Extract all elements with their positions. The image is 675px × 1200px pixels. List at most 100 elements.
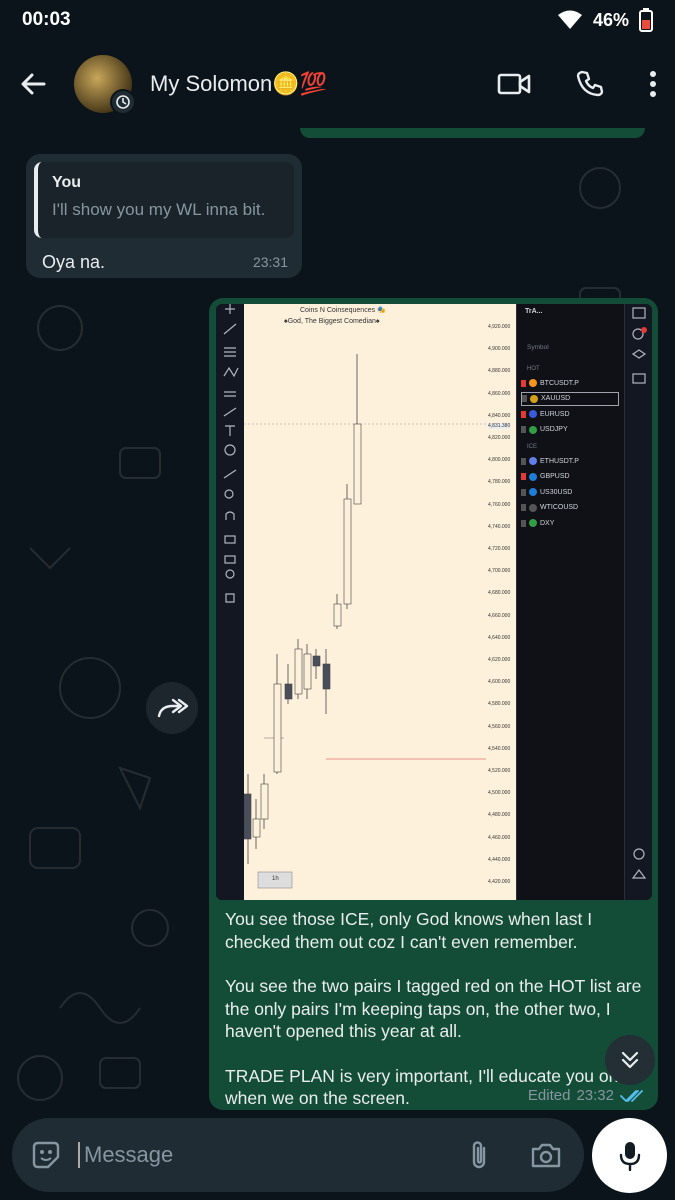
flag-icon[interactable] [521,488,526,496]
watchlist-symbol: XAUUSD [541,395,571,402]
price-axis-label: 4,700.000 [488,568,511,575]
price-axis-label: 4,440.000 [488,856,511,863]
message-meta: Edited 23:32 [528,1087,644,1104]
flag-icon[interactable] [521,519,526,527]
watchlist-symbol: ETHUSDT.P [540,457,579,465]
contact-avatar[interactable] [74,55,136,115]
flag-icon[interactable] [521,410,526,418]
price-axis-label: 4,840.000 [488,412,511,419]
video-call-icon[interactable] [497,72,531,96]
price-axis-label: 4,740.000 [488,523,511,530]
flag-icon[interactable] [521,473,526,480]
quoted-message[interactable]: You I'll show you my WL inna bit. [34,162,294,238]
contact-name[interactable]: My Solomon🪙💯 [150,71,327,97]
message-time: 23:32 [576,1087,614,1104]
screenshot-image[interactable]: Coins N Coinsequences 🎭 ♠God, The Bigges… [216,304,652,900]
watchlist-item[interactable]: USDJPY [521,423,568,437]
price-axis-label: 4,920.000 [488,324,511,330]
message-input[interactable] [78,1142,466,1168]
disappearing-timer-icon [110,89,136,115]
price-axis-label: 4,831.380 [488,423,511,429]
price-axis-label: 4,580.000 [488,701,511,708]
status-bar: 00:03 46% [0,0,675,40]
price-axis-label: 4,760.000 [488,501,511,508]
back-arrow-icon[interactable] [18,69,48,99]
price-axis-label: 4,600.000 [488,679,511,686]
watchlist-item[interactable]: DXY [521,516,554,530]
symbol-logo-icon [529,488,537,496]
message-time: 23:31 [252,254,288,270]
message-composer [12,1118,584,1192]
symbol-logo-icon [529,503,537,512]
chat-area[interactable]: You I'll show you my WL inna bit. Oya na… [0,128,675,1118]
price-axis-label: 4,900.000 [488,346,511,353]
right-sidebar [624,304,652,900]
price-axis-label: 4,780.000 [488,479,511,486]
price-axis: 4,920.000 4,900.000 4,880.000 4,860.000 4,84… [486,304,516,900]
flag-icon[interactable] [522,395,527,402]
watchlist-symbol: EURUSD [540,410,570,418]
price-axis-label: 4,460.000 [488,834,511,841]
more-options-icon[interactable] [649,70,657,98]
timeframe-label: 1h [272,876,279,882]
watchlist-item[interactable]: BTCUSDT.P [521,376,579,390]
watchlist-symbol: US30USD [540,488,573,496]
caption-paragraph: You see the two pairs I tagged red on th… [225,976,642,1041]
watchlist-item[interactable]: ETHUSDT.P [521,454,579,468]
price-axis-label: 4,860.000 [488,390,511,397]
symbol-logo-icon [529,519,537,527]
price-axis-label: 4,420.000 [488,879,511,885]
price-axis-label: 4,820.000 [488,435,511,441]
incoming-message[interactable]: You I'll show you my WL inna bit. Oya na… [26,154,302,278]
symbol-logo-icon [529,410,537,418]
chart-drawing-toolbar [216,304,244,900]
hot-section-label: HOT [527,366,540,372]
double-chevron-down-icon [621,1051,639,1069]
sticker-icon[interactable] [30,1139,62,1171]
price-axis-label: 4,640.000 [488,634,511,641]
camera-icon[interactable] [530,1141,562,1169]
price-axis-label: 4,500.000 [488,790,511,797]
flag-icon[interactable] [521,457,526,465]
price-axis-label: 4,620.000 [488,657,511,663]
voice-message-button[interactable] [592,1118,667,1193]
price-axis-label: 4,660.000 [488,612,511,619]
caption-paragraph: You see those ICE, only God knows when l… [225,909,593,952]
microphone-icon [619,1141,640,1171]
watchlist-symbol: GBPUSD [540,473,570,480]
watchlist-symbol: WTICOUSD [540,504,579,511]
price-axis-label: 4,880.000 [488,368,511,375]
watchlist-panel: TrA... Symbol HOT BTCUSDT.P XAUUSD EURUSD U… [516,304,624,900]
watchlist-title[interactable]: TrA... [525,308,543,315]
forward-button[interactable] [146,682,198,734]
wifi-icon [557,10,582,29]
scroll-to-bottom-button[interactable] [605,1035,655,1085]
price-axis-label: 4,560.000 [488,723,511,730]
symbol-logo-icon [529,457,537,465]
price-chart: Coins N Coinsequences 🎭 ♠God, The Bigges… [244,304,516,900]
symbol-logo-icon [529,425,537,434]
status-time: 00:03 [22,9,71,30]
previous-message-bubble [300,128,645,138]
flag-icon[interactable] [521,504,526,511]
watchlist-item[interactable]: WTICOUSD [521,501,578,515]
forward-icon [157,698,189,718]
watchlist-item[interactable]: EURUSD [521,407,570,421]
battery-percent: 46% [592,9,629,30]
watchlist-item[interactable]: GBPUSD [521,470,570,484]
watchlist-item[interactable]: US30USD [521,485,572,499]
flag-icon[interactable] [521,426,526,433]
price-axis-label: 4,540.000 [488,745,511,752]
outgoing-image-message[interactable]: Coins N Coinsequences 🎭 ♠God, The Bigges… [209,298,658,1110]
symbol-logo-icon [530,394,538,403]
quote-author: You [52,174,82,191]
attach-icon[interactable] [466,1138,492,1172]
price-axis-label: 4,520.000 [488,768,511,774]
read-receipt-icon [620,1089,643,1102]
flag-icon[interactable] [521,379,526,387]
battery-icon [639,8,653,32]
price-axis-label: 4,480.000 [488,812,511,819]
price-axis-label: 4,720.000 [488,546,511,552]
watchlist-item[interactable]: XAUUSD [521,391,619,406]
voice-call-icon[interactable] [575,69,605,99]
